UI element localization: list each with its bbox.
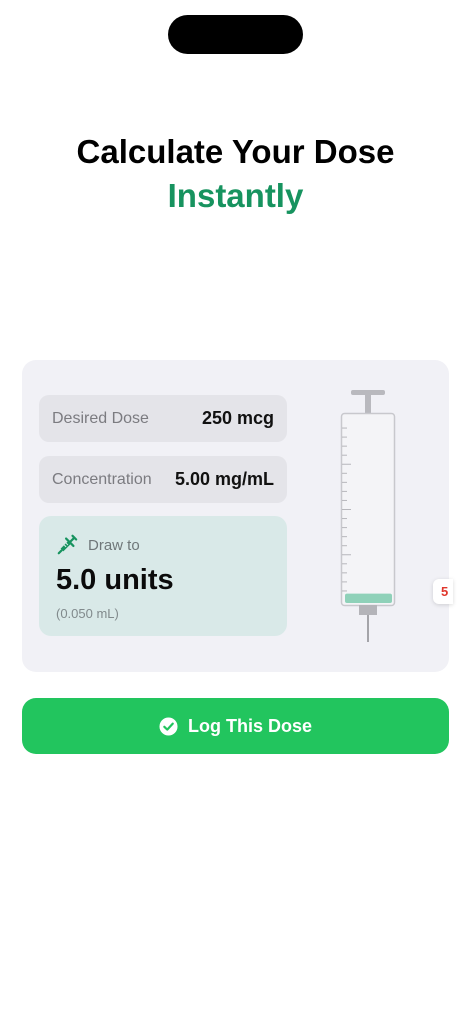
desired-dose-value: 250 mcg <box>201 408 274 428</box>
edge-value-badge: 5 <box>433 579 453 604</box>
dose-calculator-card: Desired Dose 250 mcg Concentration 5.00 … <box>22 360 449 672</box>
draw-result-panel: Draw to 5.0 units (0.050 mL) <box>39 516 287 636</box>
syringe-fill-level <box>345 593 392 603</box>
headline: Calculate Your Dose Instantly <box>0 132 471 216</box>
desired-dose-label: Desired Dose <box>52 409 149 427</box>
syringe-icon <box>57 534 78 555</box>
log-dose-label: Log This Dose <box>187 715 312 736</box>
syringe-illustration <box>340 390 396 642</box>
concentration-label: Concentration <box>52 470 152 488</box>
screen: Calculate Your Dose Instantly Desired Do… <box>0 0 471 1024</box>
concentration-value: 5.00 mg/mL <box>174 469 274 489</box>
dynamic-island <box>168 15 303 54</box>
checkmark-circle-icon <box>159 716 178 736</box>
draw-volume-value: (0.050 mL) <box>56 606 119 621</box>
concentration-field[interactable]: Concentration 5.00 mg/mL <box>39 456 287 503</box>
draw-units-value: 5.0 units <box>56 564 174 596</box>
desired-dose-field[interactable]: Desired Dose 250 mcg <box>39 395 287 442</box>
draw-to-label: Draw to <box>88 536 140 554</box>
headline-accent: Instantly <box>167 177 304 214</box>
log-dose-button[interactable]: Log This Dose <box>22 698 449 754</box>
headline-line1: Calculate Your Dose <box>76 133 395 170</box>
